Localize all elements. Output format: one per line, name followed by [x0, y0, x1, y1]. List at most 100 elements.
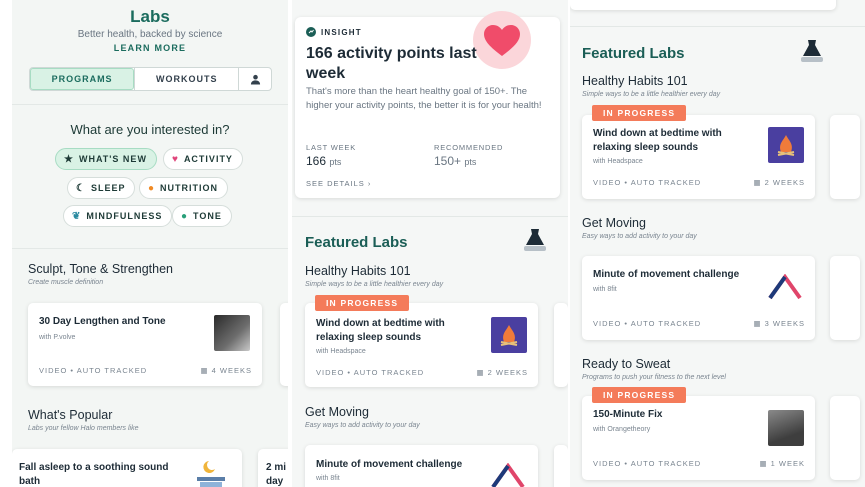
moon-icon: ☾	[76, 182, 86, 194]
insight-tag: INSIGHT	[306, 27, 362, 37]
card-title: Wind down at bedtime with relaxing sleep…	[316, 318, 445, 343]
page-title: Labs	[130, 7, 170, 26]
profile-tab[interactable]	[238, 68, 271, 90]
yoga-pose-icon	[491, 463, 525, 487]
featured-panel: Featured Labs Healthy Habits 101 Simple …	[570, 0, 865, 487]
lab-card-partial[interactable]	[830, 115, 860, 199]
tab-workouts[interactable]: WORKOUTS	[134, 68, 238, 90]
divider	[12, 104, 288, 105]
card-duration: ▦ 1 WEEK	[759, 459, 805, 468]
lab-card[interactable]: Fall asleep to a soothing sound bath	[12, 449, 242, 487]
chat-icon: ●	[181, 210, 189, 222]
card-provider: with Headspace	[593, 158, 643, 165]
card-meta: VIDEO • AUTO TRACKED	[593, 319, 702, 328]
section-title: Ready to Sweat	[582, 357, 671, 371]
see-details-link[interactable]: SEE DETAILS ›	[306, 179, 371, 188]
card-title: Minute of movement challenge	[593, 269, 740, 280]
section-title: Get Moving	[582, 216, 646, 230]
section-subtitle: Easy ways to add activity to your day	[305, 422, 420, 429]
section-title: Healthy Habits 101	[582, 74, 688, 88]
chip-activity[interactable]: ♥ ACTIVITY	[163, 148, 243, 170]
section-title: Get Moving	[305, 405, 369, 419]
lab-thumbnail	[214, 315, 250, 351]
in-progress-badge: IN PROGRESS	[315, 295, 410, 311]
campfire-icon	[777, 135, 795, 156]
card-meta: VIDEO • AUTO TRACKED	[593, 178, 702, 187]
card-provider: with P.volve	[39, 334, 76, 341]
card-title: 150-Minute Fix	[593, 409, 663, 420]
card-title: 2 mi day	[266, 462, 287, 487]
calendar-icon: ▦	[753, 319, 762, 328]
card-title: Minute of movement challenge	[316, 459, 463, 470]
flask-icon	[524, 229, 546, 251]
insight-icon	[306, 27, 316, 37]
learn-more-link[interactable]: LEARN MORE	[12, 43, 288, 53]
insight-title: 166 activity points last week	[306, 45, 477, 82]
last-week-value: 166 pts	[306, 154, 342, 168]
singing-bowl-icon	[197, 461, 225, 487]
in-progress-badge: IN PROGRESS	[592, 105, 687, 121]
lab-card[interactable]: Wind down at bedtime with relaxing sleep…	[582, 115, 815, 199]
lab-card-partial[interactable]	[830, 396, 860, 480]
card-title: Fall asleep to a soothing sound bath	[19, 462, 169, 487]
section-subtitle: Programs to push your fitness to the nex…	[582, 374, 726, 381]
calendar-icon: ▦	[476, 368, 485, 377]
card-duration: ▦ 4 WEEKS	[200, 366, 252, 375]
chip-mindfulness[interactable]: ❦ MINDFULNESS	[63, 205, 173, 227]
insight-panel: INSIGHT 166 activity points last week Th…	[292, 0, 568, 487]
lab-card-partial[interactable]	[280, 303, 288, 386]
card-provider: with 8fit	[593, 286, 617, 293]
star-icon: ★	[64, 153, 74, 165]
lab-card[interactable]: Wind down at bedtime with relaxing sleep…	[305, 303, 538, 387]
lab-card-partial[interactable]	[554, 445, 568, 487]
in-progress-badge: IN PROGRESS	[592, 387, 687, 403]
calendar-icon: ▦	[753, 178, 762, 187]
divider	[570, 26, 865, 27]
card-provider: with Orangetheory	[593, 426, 651, 433]
lab-card[interactable]: 30 Day Lengthen and Tone with P.volve VI…	[28, 303, 262, 386]
campfire-icon	[500, 325, 518, 346]
lab-card-partial[interactable]: 2 mi day	[258, 449, 288, 487]
divider	[12, 248, 288, 249]
recommended-value: 150+ pts	[434, 154, 477, 168]
chip-whats-new[interactable]: ★ WHAT'S NEW	[55, 148, 157, 170]
user-icon	[250, 74, 260, 85]
chip-sleep[interactable]: ☾ SLEEP	[67, 177, 136, 199]
lab-card[interactable]: Minute of movement challenge with 8fit	[305, 445, 538, 487]
insight-card[interactable]: INSIGHT 166 activity points last week Th…	[295, 11, 560, 198]
section-subtitle: Simple ways to be a little healthier eve…	[582, 91, 721, 98]
section-subtitle: Easy ways to add activity to your day	[582, 233, 697, 240]
card-meta: VIDEO • AUTO TRACKED	[593, 459, 702, 468]
flame-icon: ●	[148, 182, 156, 194]
section-title: What's Popular	[28, 408, 113, 422]
card-duration: ▦ 2 WEEKS	[753, 178, 805, 187]
chip-nutrition[interactable]: ● NUTRITION	[139, 177, 229, 199]
card-title: 30 Day Lengthen and Tone	[39, 316, 166, 327]
featured-title: Featured Labs	[582, 45, 685, 62]
lab-thumbnail	[768, 410, 804, 446]
calendar-icon: ▦	[200, 366, 209, 375]
section-title: Healthy Habits 101	[305, 264, 411, 278]
heart-icon: ♥	[172, 153, 179, 165]
lab-card[interactable]: Minute of movement challenge with 8fit V…	[582, 256, 815, 340]
card-partial	[570, 0, 836, 10]
page-subtitle: Better health, backed by science	[77, 29, 223, 40]
card-duration: ▦ 3 WEEKS	[753, 319, 805, 328]
lab-card-partial[interactable]	[830, 256, 860, 340]
yoga-pose-icon	[768, 274, 802, 300]
lab-card[interactable]: 150-Minute Fix with Orangetheory VIDEO •…	[582, 396, 815, 480]
card-duration: ▦ 2 WEEKS	[476, 368, 528, 377]
divider	[292, 216, 568, 217]
card-meta: VIDEO • AUTO TRACKED	[316, 368, 425, 377]
section-title: Sculpt, Tone & Strengthen	[28, 262, 174, 276]
card-title: Wind down at bedtime with relaxing sleep…	[593, 128, 722, 153]
tab-programs[interactable]: PROGRAMS	[30, 68, 135, 90]
section-subtitle: Create muscle definition	[28, 279, 104, 286]
lab-card-partial[interactable]	[554, 303, 568, 387]
leaf-icon: ❦	[72, 210, 82, 222]
card-meta: VIDEO • AUTO TRACKED	[39, 366, 148, 375]
chip-tone[interactable]: ● TONE	[172, 205, 232, 227]
lab-thumbnail	[768, 127, 804, 163]
segmented-control: PROGRAMS WORKOUTS	[29, 67, 272, 91]
section-subtitle: Labs your fellow Halo members like	[28, 425, 139, 432]
